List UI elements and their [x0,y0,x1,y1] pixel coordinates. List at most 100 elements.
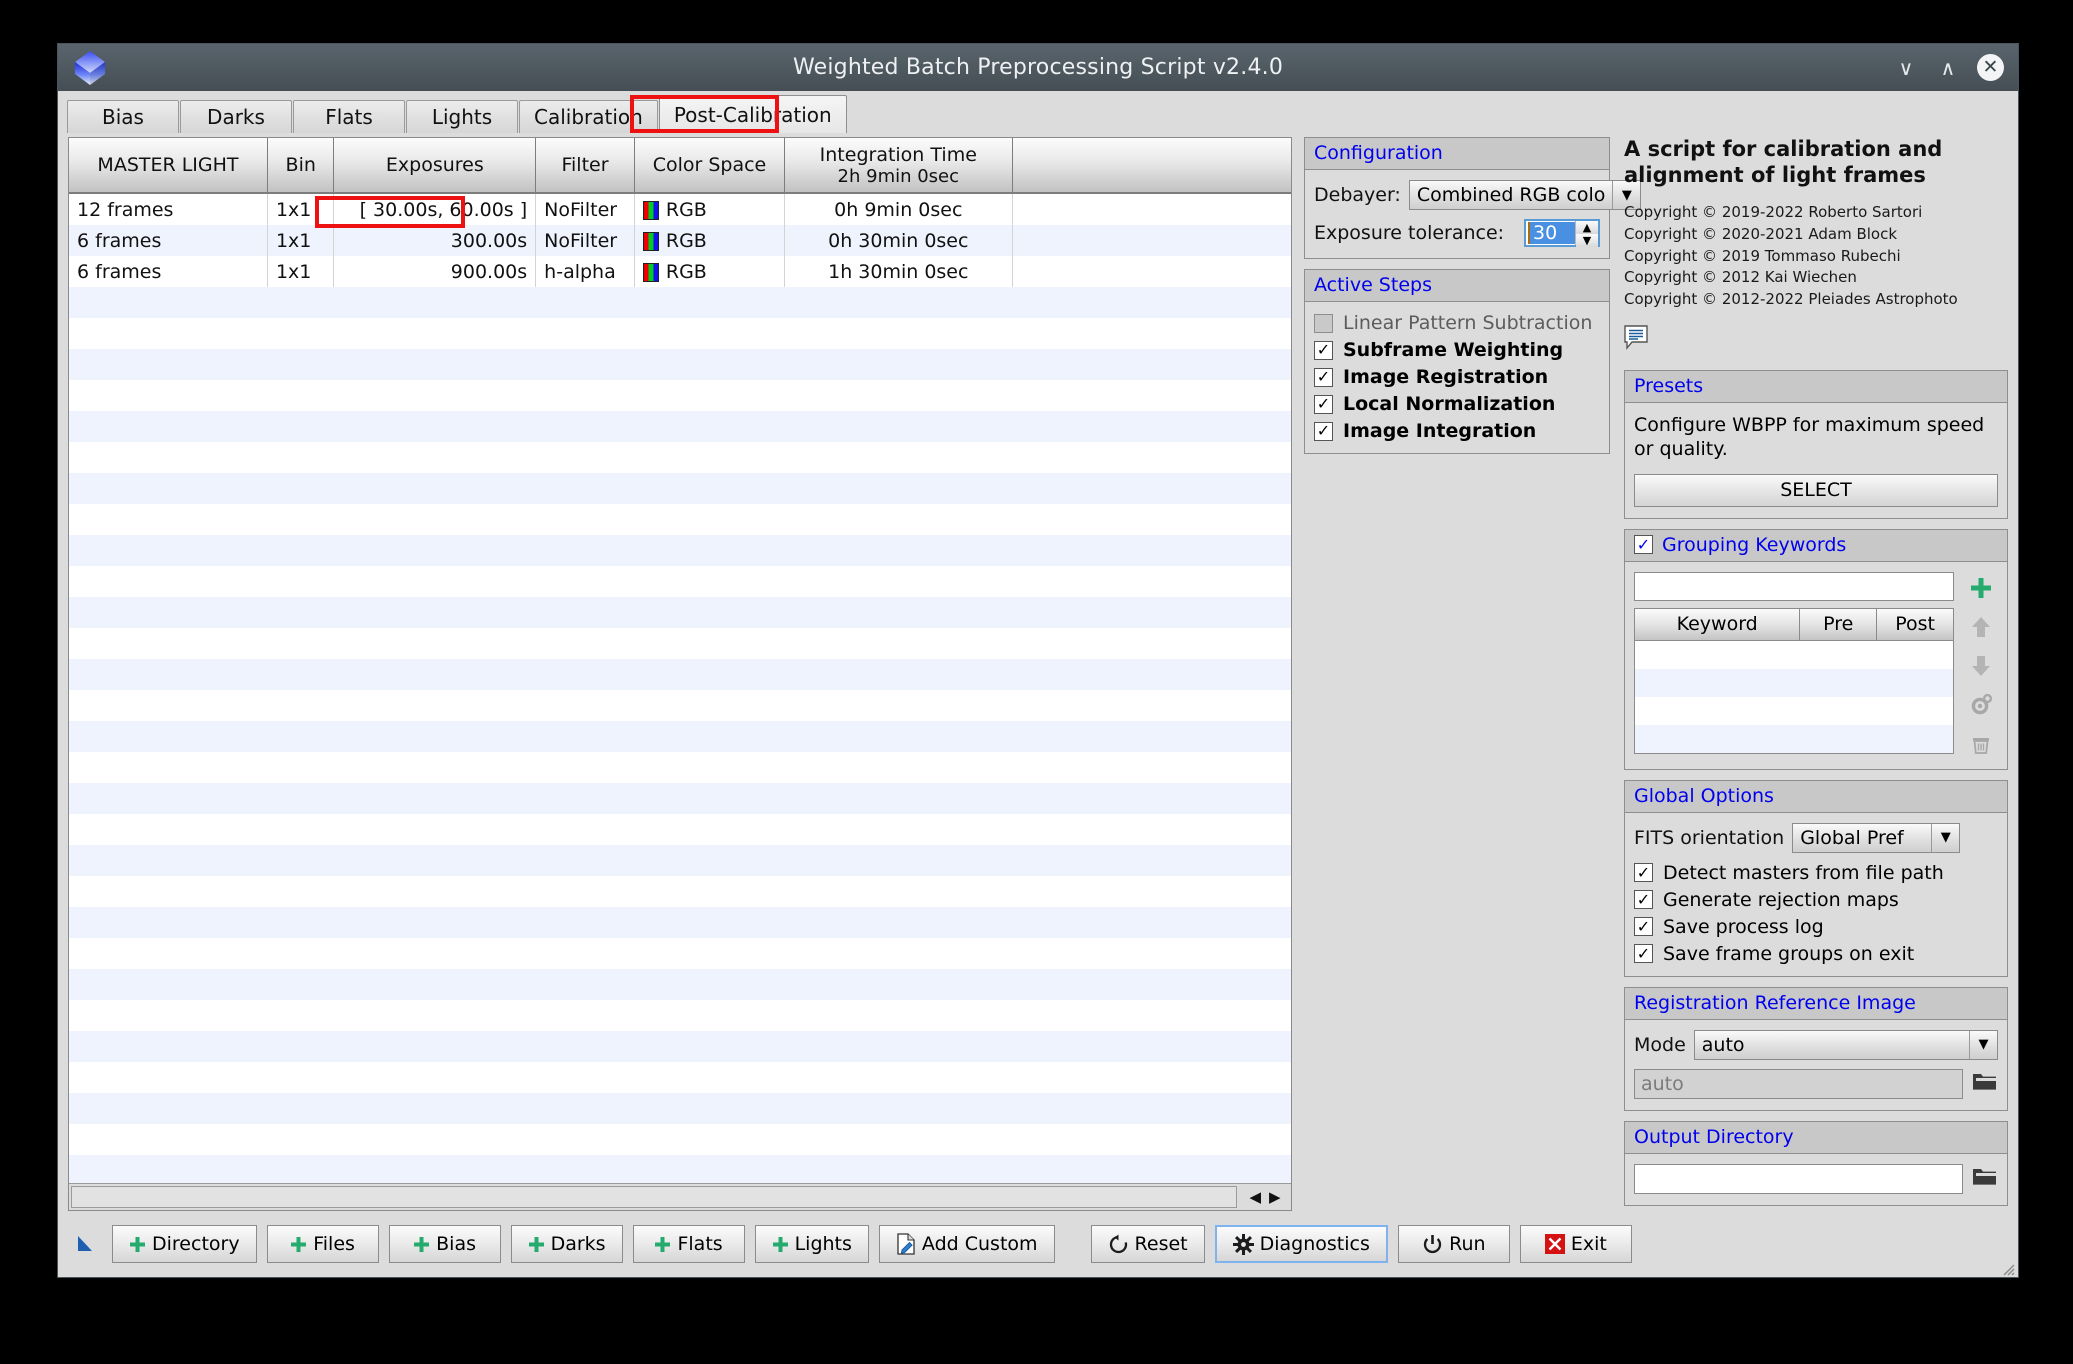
add-custom-button[interactable]: Add Custom [878,1225,1055,1263]
step-linear-pattern-subtraction[interactable]: Linear Pattern Subtraction [1314,312,1600,334]
column-header-bin[interactable]: Bin [267,138,335,194]
button-label: Exit [1570,1233,1607,1255]
tab-post-calibration[interactable]: Post-Calibration [658,95,847,133]
add-files-button[interactable]: Files [266,1225,379,1263]
window-resize-grip[interactable] [1999,1259,2015,1276]
scrollbar-track[interactable] [71,1186,1237,1208]
presets-select-button[interactable]: SELECT [1634,473,1998,507]
column-header-filter[interactable]: Filter [535,138,635,194]
cell-filter: NoFilter [535,193,635,225]
rgb-swatch-icon [642,200,659,220]
table-row[interactable]: 6 frames 1x1 900.00s h-alpha RGB 1h 30mi… [69,256,1291,287]
checkbox-checked-icon[interactable]: ✓ [1634,863,1653,883]
checkbox-checked-icon[interactable]: ✓ [1634,944,1653,964]
gear-icon [1232,1233,1254,1255]
tab-lights[interactable]: Lights [406,100,518,133]
minimize-icon[interactable]: ∨ [1893,55,1919,81]
stepper-buttons[interactable]: ▲ ▼ [1575,221,1598,247]
tab-bias[interactable]: Bias [67,100,179,133]
fits-orientation-select[interactable]: Global Pref ▼ [1792,822,1961,853]
checkbox-checked-icon[interactable]: ✓ [1634,917,1653,937]
exit-button[interactable]: Exit [1519,1225,1632,1263]
configuration-groupbox: Configuration Debayer: Combined RGB colo… [1304,137,1642,259]
cell-blank [1012,193,1291,225]
column-header-pre[interactable]: Pre [1799,608,1878,641]
column-header-blank[interactable] [1012,138,1291,194]
step-subframe-weighting[interactable]: ✓ Subframe Weighting [1314,339,1600,361]
grouping-keywords-groupbox: ✓ Grouping Keywords Keyword Pre Post [1624,528,2008,770]
registration-path-input[interactable]: auto [1634,1068,1963,1099]
comment-bubble-icon[interactable] [1624,325,2008,356]
tab-calibration[interactable]: Calibration [519,100,658,133]
option-detect-masters[interactable]: ✓ Detect masters from file path [1634,862,1998,884]
registration-mode-value: auto [1701,1033,1745,1056]
checkbox-checked-icon[interactable]: ✓ [1314,367,1333,387]
resize-corner-triangle-icon[interactable] [72,1231,98,1257]
bottom-toolbar: Directory Files Bias Darks Flats Lights … [58,1211,2018,1277]
add-directory-button[interactable]: Directory [112,1225,257,1263]
tab-darks[interactable]: Darks [180,100,292,133]
step-image-registration[interactable]: ✓ Image Registration [1314,366,1600,388]
checkbox-unchecked-icon[interactable] [1314,313,1333,333]
close-icon[interactable]: ✕ [1977,54,2004,81]
table-row[interactable]: 12 frames 1x1 [ 30.00s, 60.00s ] NoFilte… [69,193,1291,225]
keyword-input[interactable] [1634,571,1954,601]
scroll-right-icon[interactable]: ▶ [1269,1188,1281,1206]
stepper-up-icon[interactable]: ▲ [1576,221,1598,234]
reset-circle-icon [1108,1234,1129,1255]
exposure-tolerance-value[interactable]: 30 [1528,222,1575,244]
move-up-icon[interactable] [1967,613,1995,641]
column-header-exposures[interactable]: Exposures [333,138,537,194]
add-icon[interactable] [1967,574,1995,602]
debayer-label: Debayer: [1314,184,1401,206]
checkbox-checked-icon[interactable]: ✓ [1314,340,1333,360]
grouping-keywords-checkbox[interactable]: ✓ [1634,535,1653,555]
move-down-icon[interactable] [1967,652,1995,680]
exposure-tolerance-stepper[interactable]: 30 ▲ ▼ [1524,219,1600,247]
delete-trash-icon[interactable] [1967,730,1995,758]
stepper-down-icon[interactable]: ▼ [1576,234,1598,247]
reset-button[interactable]: Reset [1090,1225,1205,1263]
registration-path-row: auto [1634,1068,1998,1099]
plus-icon [528,1236,545,1253]
cell-exposures: 300.00s [333,225,537,256]
add-bias-button[interactable]: Bias [388,1225,501,1263]
table-horizontal-scrollbar[interactable]: ◀ ▶ [69,1183,1291,1210]
option-save-process-log[interactable]: ✓ Save process log [1634,916,1998,938]
folder-icon[interactable] [1972,1165,1998,1192]
button-label: Diagnostics [1259,1233,1370,1255]
option-save-frame-groups[interactable]: ✓ Save frame groups on exit [1634,943,1998,965]
step-label: Image Integration [1343,420,1537,442]
column-header-post[interactable]: Post [1876,608,1953,641]
checkbox-checked-icon[interactable]: ✓ [1314,421,1333,441]
add-flats-button[interactable]: Flats [632,1225,745,1263]
column-header-master-light[interactable]: MASTER LIGHT [69,138,268,194]
scrollbar-arrows[interactable]: ◀ ▶ [1239,1184,1291,1210]
column-header-integration-time[interactable]: Integration Time 2h 9min 0sec [784,138,1013,194]
column-header-keyword[interactable]: Keyword [1635,608,1801,641]
add-lights-button[interactable]: Lights [754,1225,869,1263]
debayer-select[interactable]: Combined RGB colo ▼ [1408,180,1642,210]
run-button[interactable]: Run [1397,1225,1510,1263]
output-directory-input[interactable] [1634,1163,1963,1194]
checkbox-checked-icon[interactable]: ✓ [1314,394,1333,414]
plus-icon [654,1236,671,1253]
column-header-color-space[interactable]: Color Space [634,138,786,194]
exposure-tolerance-row: Exposure tolerance: 30 ▲ ▼ [1314,219,1600,247]
registration-mode-label: Mode [1634,1033,1686,1056]
add-darks-button[interactable]: Darks [510,1225,623,1263]
step-local-normalization[interactable]: ✓ Local Normalization [1314,393,1600,415]
checkbox-checked-icon[interactable]: ✓ [1634,890,1653,910]
option-generate-rejection-maps[interactable]: ✓ Generate rejection maps [1634,889,1998,911]
folder-icon[interactable] [1972,1070,1998,1097]
maximize-icon[interactable]: ∧ [1935,55,1961,81]
settings-gear-icon[interactable] [1967,691,1995,719]
step-image-integration[interactable]: ✓ Image Integration [1314,420,1600,442]
registration-mode-select[interactable]: auto ▼ [1693,1029,1998,1060]
scroll-left-icon[interactable]: ◀ [1249,1188,1261,1206]
diagnostics-button[interactable]: Diagnostics [1214,1225,1388,1263]
tab-flats[interactable]: Flats [293,100,405,133]
cell-frames: 6 frames [69,225,268,256]
table-row[interactable]: 6 frames 1x1 300.00s NoFilter RGB 0h 30m… [69,225,1291,256]
copyright-line: Copyright © 2019 Tommaso Rubechi [1624,246,1901,265]
